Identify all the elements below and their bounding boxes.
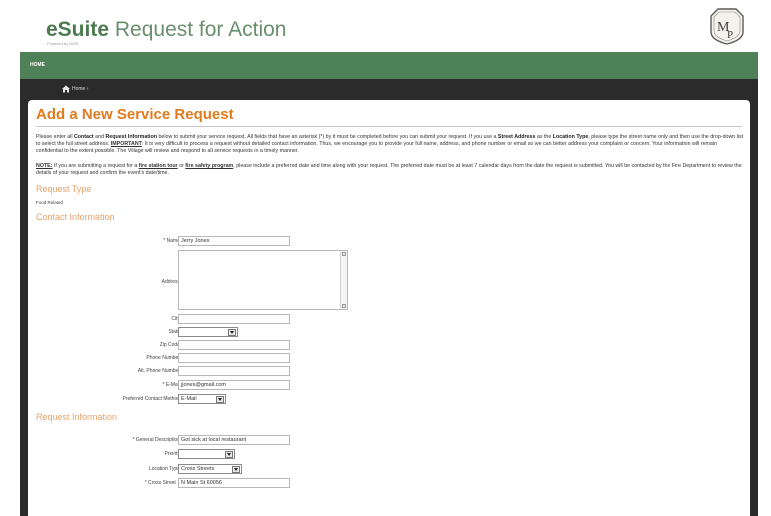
breadcrumb: Home › [20, 79, 758, 100]
svg-text:P: P [727, 29, 733, 41]
brand-name: eSuite [46, 18, 110, 41]
fire-station-tour-link[interactable]: fire station tour [139, 163, 178, 169]
contact-info-heading: Contact Information [36, 212, 115, 222]
zip-label: Zip Code [159, 342, 180, 348]
description-field[interactable]: Got sick at local restaurant [178, 435, 290, 445]
main-content: Add a New Service Request Please enter a… [28, 100, 750, 516]
phone-label: Phone Number [146, 355, 180, 361]
preferred-contact-label: Preferred Contact Method [122, 396, 180, 402]
home-icon[interactable] [62, 85, 70, 93]
address-scrollbar[interactable] [340, 251, 347, 309]
address-textarea[interactable] [178, 250, 348, 310]
village-seal-icon: M P [710, 8, 744, 45]
chevron-down-icon [225, 451, 233, 458]
title-divider [36, 126, 742, 127]
email-field[interactable]: jjones@gmail.com [178, 380, 290, 390]
alt-phone-label: Alt. Phone Number [137, 368, 180, 374]
city-field[interactable] [178, 314, 290, 324]
description-label: * General Description [132, 437, 180, 443]
chevron-down-icon [228, 329, 236, 336]
fire-safety-program-link[interactable]: fire safety program [185, 163, 233, 169]
zip-field[interactable] [178, 340, 290, 350]
powered-by: Powered by NWS [47, 41, 79, 46]
name-field[interactable]: Jerry Jones [178, 236, 290, 246]
page-title: Add a New Service Request [36, 106, 234, 123]
header: eSuite Request for Action Powered by NWS… [20, 0, 758, 52]
request-type-heading: Request Type [36, 184, 92, 194]
request-info-heading: Request Information [36, 412, 118, 422]
intro-paragraph: Please enter all Contact and Request Inf… [36, 134, 744, 154]
page-frame: eSuite Request for Action Powered by NWS… [20, 0, 758, 516]
location-type-label: Location Type [148, 466, 180, 472]
main-nav: HOME [20, 52, 758, 79]
note-paragraph: NOTE: If you are submitting a request fo… [36, 163, 742, 176]
location-type-select[interactable]: Cross Streets [178, 464, 242, 474]
phone-field[interactable] [178, 353, 290, 363]
request-type-value: Food Related [36, 200, 64, 205]
brand-subtitle: Request for Action [109, 18, 287, 41]
priority-select[interactable] [178, 449, 235, 459]
breadcrumb-home-link[interactable]: Home › [72, 86, 88, 92]
chevron-down-icon [216, 396, 224, 403]
brand-logo[interactable]: eSuite Request for Action [46, 18, 286, 42]
cross-street-1-field[interactable]: N Main St 60056 [178, 478, 290, 488]
nav-home-tab[interactable]: HOME [30, 62, 45, 68]
chevron-down-icon [232, 466, 240, 473]
state-select[interactable] [178, 327, 238, 337]
alt-phone-field[interactable] [178, 366, 290, 376]
preferred-contact-select[interactable]: E-Mail [178, 394, 226, 404]
cross-street-1-label: * Cross Street 1 [144, 480, 180, 486]
